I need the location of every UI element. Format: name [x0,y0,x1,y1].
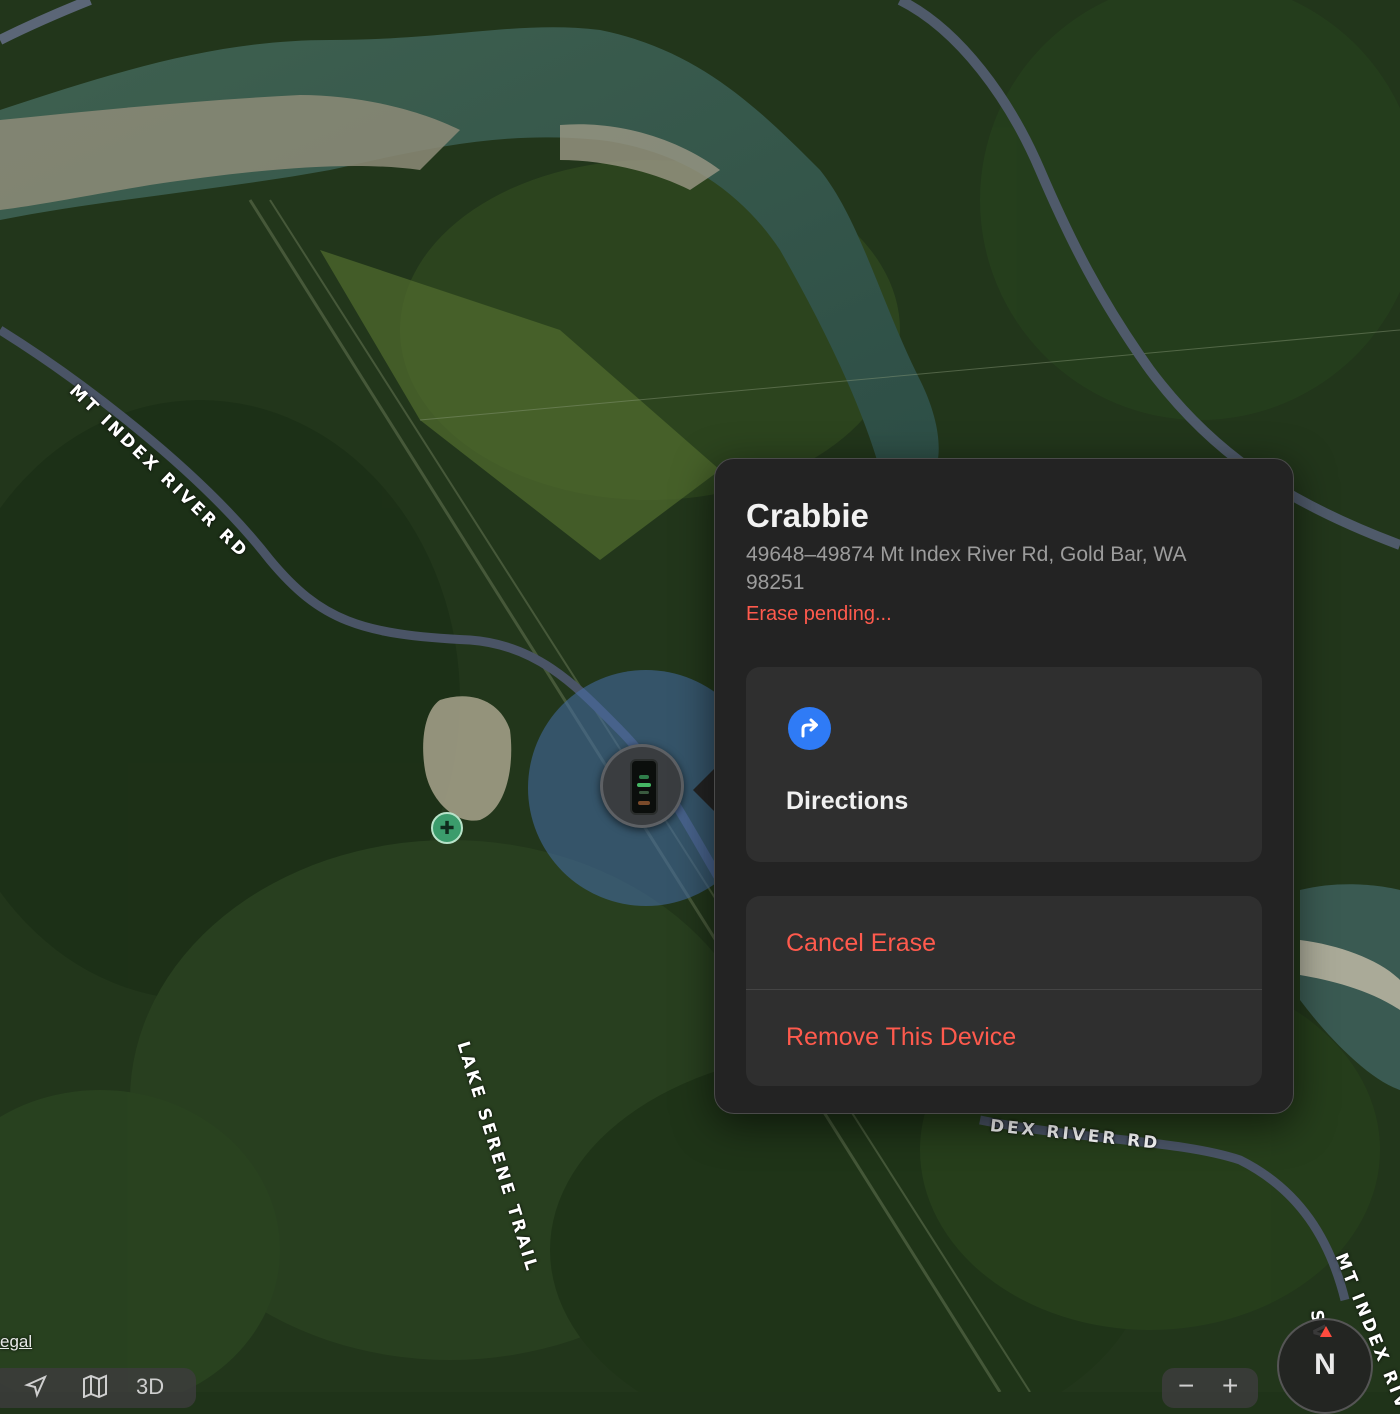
legal-link[interactable]: egal [0,1332,32,1352]
directions-arrow-icon [788,707,831,750]
3d-toggle-button[interactable]: 3D [136,1374,164,1400]
erase-status: Erase pending... [746,603,892,625]
zoom-out-button[interactable]: − [1178,1370,1194,1402]
device-address: 49648–49874 Mt Index River Rd, Gold Bar,… [746,543,1186,594]
map-mode-controls: 3D [0,1368,196,1408]
device-popover: Crabbie 49648–49874 Mt Index River Rd, G… [714,458,1294,1114]
directions-button[interactable]: Directions [746,667,1262,862]
zoom-controls: − + [1162,1368,1258,1408]
zoom-in-button[interactable]: + [1222,1370,1238,1402]
directions-label: Directions [786,787,909,815]
map-icon[interactable] [82,1374,108,1404]
device-location-pin[interactable] [600,744,684,828]
compass-north-indicator [1320,1326,1332,1337]
phone-icon [630,759,658,815]
compass-label: N [1314,1348,1336,1381]
device-name: Crabbie [746,497,869,534]
compass-button[interactable]: N [1277,1318,1373,1414]
trailhead-icon[interactable]: ✚ [431,812,463,844]
popover-pointer [693,768,715,812]
device-actions-group: Cancel Erase Remove This Device [746,896,1262,1086]
cancel-erase-button[interactable]: Cancel Erase [746,896,1262,990]
location-arrow-icon[interactable] [23,1374,48,1404]
remove-device-button[interactable]: Remove This Device [746,990,1262,1084]
